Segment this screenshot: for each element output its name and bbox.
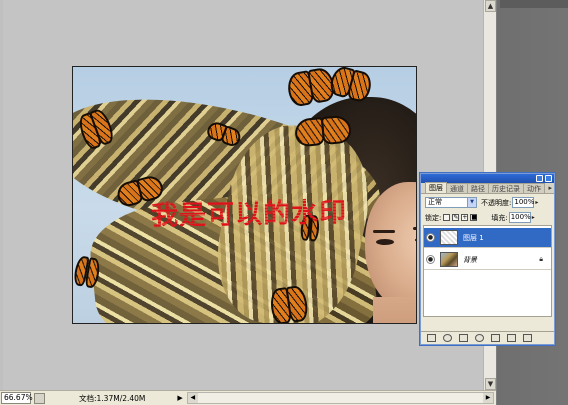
blend-opacity-row: 正常 ▼ 不透明度: 100% ▸ (425, 197, 552, 208)
scroll-left-icon[interactable]: ◀ (187, 393, 198, 403)
tab-history[interactable]: 历史记录 (488, 183, 524, 193)
trash-icon[interactable] (523, 334, 532, 342)
horizontal-scrollbar[interactable]: ◀ ▶ (186, 392, 494, 404)
palette-menu-icon[interactable]: ▸ (548, 184, 552, 192)
layer-name: 图层 1 (463, 233, 484, 242)
butterfly-graphic (73, 255, 102, 289)
photoshop-workspace: 我是可以的水印 ▲ ▼ 66.67% 文档:1.37M/2.40M ▶ ◀ ▶ … (0, 0, 568, 405)
chevron-down-icon[interactable]: ▼ (467, 198, 476, 207)
close-icon[interactable] (545, 175, 552, 182)
fill-slider-arrow-icon[interactable]: ▸ (532, 214, 535, 221)
butterfly-graphic (293, 114, 353, 148)
opacity-field[interactable]: 100% (512, 197, 534, 208)
image-brow (373, 230, 395, 233)
minimize-icon[interactable] (536, 175, 543, 182)
layer-thumbnail (440, 252, 458, 267)
fill-field[interactable]: 100% (508, 212, 531, 223)
image-brow (413, 227, 416, 230)
mask-icon[interactable] (459, 334, 468, 342)
image-neck (373, 297, 416, 323)
palette-well (500, 0, 568, 8)
folder-icon[interactable] (491, 334, 500, 342)
layer-name: 背景 (463, 255, 477, 264)
layer-list: ● 图层 1 ● 背景 🔒︎ (423, 225, 552, 317)
status-menu-arrow-icon[interactable]: ▶ (177, 394, 182, 402)
tab-paths[interactable]: 路径 (467, 183, 489, 193)
tab-layers[interactable]: 图层 (425, 182, 447, 193)
image-eye (376, 239, 394, 245)
new-layer-icon[interactable] (507, 334, 516, 342)
document-status-icon[interactable] (34, 392, 45, 404)
layer-thumbnail (440, 230, 458, 245)
lock-image-icon[interactable]: ✎ (452, 214, 460, 221)
eye-icon[interactable]: ● (426, 255, 435, 264)
opacity-slider-arrow-icon[interactable]: ▸ (535, 199, 538, 206)
tab-actions[interactable]: 动作 (523, 183, 545, 193)
document-size-info: 文档:1.37M/2.40M (79, 393, 146, 403)
watermark-text: 我是可以的水印 (151, 190, 348, 232)
zoom-level-field[interactable]: 66.67% (1, 392, 33, 404)
fill-label: 填充: (491, 213, 508, 222)
layer-row[interactable]: ● 背景 🔒︎ (424, 250, 551, 270)
blend-mode-select[interactable]: 正常 ▼ (425, 197, 477, 208)
palette-tabs: 图层 通道 路径 历史记录 动作 (421, 182, 554, 194)
opacity-label: 不透明度: (481, 198, 512, 207)
document-canvas[interactable]: 我是可以的水印 (72, 66, 417, 324)
lock-icon: 🔒︎ (539, 255, 543, 263)
lock-fill-row: 锁定: ✎ + ■ 填充: 100% ▸ (425, 212, 552, 223)
eye-icon[interactable]: ● (426, 233, 435, 242)
lock-transparency-icon[interactable] (443, 214, 451, 221)
butterfly-graphic (268, 284, 310, 323)
fx-icon[interactable] (443, 334, 452, 342)
layer-row[interactable]: ● 图层 1 (424, 228, 551, 248)
tab-channels[interactable]: 通道 (446, 183, 468, 193)
blend-mode-value: 正常 (428, 198, 442, 206)
layers-palette: 图层 通道 路径 历史记录 动作 ▸ 正常 ▼ 不透明度: 100% ▸ 锁定:… (420, 173, 555, 345)
lock-position-icon[interactable]: + (461, 214, 469, 221)
canvas-workspace[interactable]: 我是可以的水印 (3, 0, 483, 390)
link-icon[interactable] (427, 334, 436, 342)
scroll-right-icon[interactable]: ▶ (483, 393, 493, 403)
palette-footer (421, 331, 554, 344)
lock-label: 锁定: (425, 213, 442, 222)
scroll-down-icon[interactable]: ▼ (485, 378, 496, 390)
adjustment-layer-icon[interactable] (475, 334, 484, 342)
status-bar: 66.67% 文档:1.37M/2.40M ▶ ◀ ▶ (0, 390, 496, 405)
scroll-up-icon[interactable]: ▲ (485, 0, 496, 12)
lock-all-icon[interactable]: ■ (470, 214, 478, 221)
